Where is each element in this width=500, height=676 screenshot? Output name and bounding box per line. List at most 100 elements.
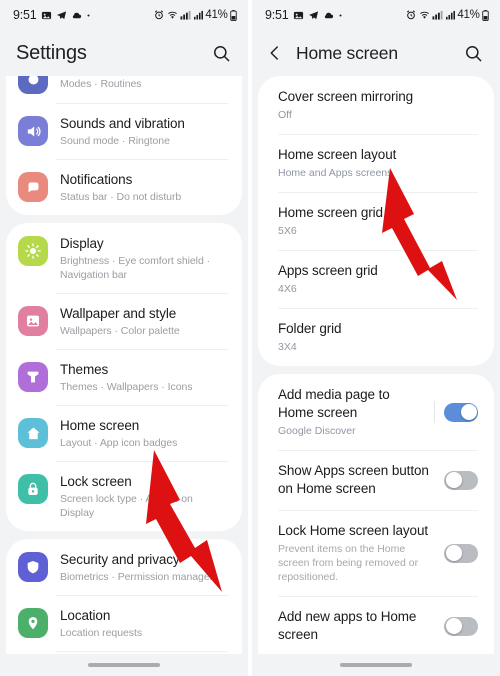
chevron-left-icon xyxy=(270,46,278,60)
sidebar-item-home-screen[interactable]: Home screen Layout · App icon badges xyxy=(6,405,242,461)
signal-bars-icon xyxy=(193,10,203,20)
status-bar-left-group: 9:51 xyxy=(13,8,91,22)
toggle-zone xyxy=(444,470,478,490)
list-item-title: Folder grid xyxy=(278,321,342,336)
toggle-knob xyxy=(445,618,462,634)
list-item-title: Show Apps screen button on Home screen xyxy=(278,463,429,496)
toggle-zone xyxy=(444,616,478,636)
list-item-icon-wrap xyxy=(18,416,56,448)
photo-icon xyxy=(41,11,51,19)
home-screen-settings-list[interactable]: Cover screen mirroring Off Home screen l… xyxy=(252,76,500,676)
page-title: Settings xyxy=(16,41,87,64)
signal-bars-icon xyxy=(445,10,455,20)
list-item[interactable]: Lock screen Screen lock type · Always on… xyxy=(6,461,242,531)
battery-percent: 41% xyxy=(205,9,228,21)
list-item[interactable]: Wallpaper and style Wallpapers · Color p… xyxy=(6,293,242,349)
settings-list[interactable]: Modes · Routines Sounds and vibration So… xyxy=(0,76,248,676)
list-item-subtitle: Screen lock type · Always on Display xyxy=(60,493,193,519)
list-item-text: Apps screen grid 4X6 xyxy=(278,262,478,296)
settings-group-2: Display Brightness · Eye comfort shield … xyxy=(6,223,242,531)
toggle-add-media-page[interactable] xyxy=(444,402,478,422)
list-item[interactable]: Sounds and vibration Sound mode · Ringto… xyxy=(6,103,242,159)
list-item-title: Home screen grid xyxy=(278,205,383,220)
cloud-icon xyxy=(324,12,333,18)
list-item-subtitle: Brightness · Eye comfort shield · Naviga… xyxy=(60,255,211,281)
alarm-icon xyxy=(407,10,416,20)
nav-bar-right xyxy=(252,654,500,676)
back-button[interactable] xyxy=(262,40,288,66)
list-item-subtitle: Themes · Wallpapers · Icons xyxy=(60,381,193,393)
search-icon xyxy=(213,45,229,61)
list-item-text: Folder grid 3X4 xyxy=(278,320,478,354)
dot-icon xyxy=(87,14,90,16)
list-item-text: Add new apps to Home screen xyxy=(278,608,444,644)
left-phone-screen: 9:51 41% Settings Modes · Routines Sound… xyxy=(0,0,248,676)
toggle-show-apps-screen-button[interactable] xyxy=(444,470,478,490)
page-title: Home screen xyxy=(296,42,398,63)
shield-icon xyxy=(18,552,48,582)
list-item-lock-home-screen-layout[interactable]: Lock Home screen layout Prevent items on… xyxy=(258,510,494,596)
list-item-title: Location xyxy=(60,608,111,623)
list-item-title: Home screen xyxy=(60,418,140,433)
list-item-subtitle: Wallpapers · Color palette xyxy=(60,325,180,337)
status-bar-right: 9:51 41% xyxy=(252,0,500,30)
home-screen-group-2: Add media page to Home screen Google Dis… xyxy=(258,374,494,676)
list-item-show-apps-screen-button[interactable]: Show Apps screen button on Home screen xyxy=(258,450,494,510)
list-item-icon-wrap xyxy=(18,550,56,582)
list-item-text: Themes Themes · Wallpapers · Icons xyxy=(56,360,228,394)
list-item-text: Notifications Status bar · Do not distur… xyxy=(56,170,228,204)
list-item-apps-screen-grid[interactable]: Apps screen grid 4X6 xyxy=(258,250,494,308)
list-item-title: Notifications xyxy=(60,172,133,187)
search-button[interactable] xyxy=(460,40,486,66)
home-gesture-pill[interactable] xyxy=(88,663,160,667)
status-time: 9:51 xyxy=(265,8,289,22)
list-item-subtitle: Sound mode · Ringtone xyxy=(60,135,170,147)
toggle-add-new-apps[interactable] xyxy=(444,616,478,636)
list-item-subtitle: Status bar · Do not disturb xyxy=(60,191,182,203)
list-item-cover-screen-mirroring[interactable]: Cover screen mirroring Off xyxy=(258,76,494,134)
list-item-add-media-page[interactable]: Add media page to Home screen Google Dis… xyxy=(258,374,494,450)
list-item-home-screen-grid[interactable]: Home screen grid 5X6 xyxy=(258,192,494,250)
status-time: 9:51 xyxy=(13,8,37,22)
home-screen-header: Home screen xyxy=(252,30,500,76)
list-item-title: Wallpaper and style xyxy=(60,306,177,321)
list-item-title: Apps screen grid xyxy=(278,263,378,278)
list-item[interactable]: Notifications Status bar · Do not distur… xyxy=(6,159,242,215)
telegram-icon xyxy=(56,10,66,19)
list-item-icon-wrap xyxy=(18,170,56,202)
list-item-folder-grid[interactable]: Folder grid 3X4 xyxy=(258,308,494,366)
list-item-text: Modes · Routines xyxy=(56,76,228,91)
home-gesture-pill[interactable] xyxy=(340,663,412,667)
list-item-subtitle: Layout · App icon badges xyxy=(60,437,178,449)
list-item-title: Add media page to Home screen xyxy=(278,387,390,420)
list-item-title: Themes xyxy=(60,362,109,377)
wallpaper-icon xyxy=(18,306,48,336)
list-item[interactable]: Themes Themes · Wallpapers · Icons xyxy=(6,349,242,405)
list-item[interactable]: Display Brightness · Eye comfort shield … xyxy=(6,223,242,293)
status-bar-left: 9:51 41% xyxy=(0,0,248,30)
toggle-divider xyxy=(434,401,435,423)
list-item[interactable]: Security and privacy Biometrics · Permis… xyxy=(6,539,242,595)
settings-group-1: Modes · Routines Sounds and vibration So… xyxy=(6,76,242,215)
home-screen-group-1: Cover screen mirroring Off Home screen l… xyxy=(258,76,494,366)
list-item-title: Lock Home screen layout xyxy=(278,523,429,538)
list-item-home-screen-layout[interactable]: Home screen layout Home and Apps screens xyxy=(258,134,494,192)
list-item[interactable]: Modes · Routines xyxy=(6,76,242,103)
list-item-icon-wrap xyxy=(18,606,56,638)
location-icon xyxy=(18,608,48,638)
home-icon xyxy=(18,418,48,448)
list-item-add-new-apps[interactable]: Add new apps to Home screen xyxy=(258,596,494,656)
toggle-lock-home-screen-layout[interactable] xyxy=(444,543,478,563)
list-item-text: Show Apps screen button on Home screen xyxy=(278,462,444,498)
sound-icon xyxy=(18,116,48,146)
signal-icon xyxy=(432,10,443,20)
list-item-subtitle: Biometrics · Permission manager xyxy=(60,571,214,583)
list-item[interactable]: Location Location requests xyxy=(6,595,242,651)
search-button[interactable] xyxy=(208,40,234,66)
toggle-knob xyxy=(445,472,462,488)
list-item-text: Add media page to Home screen Google Dis… xyxy=(278,386,434,438)
status-bar-right-group: 41% xyxy=(406,9,489,21)
list-item-text: Security and privacy Biometrics · Permis… xyxy=(56,550,228,584)
wifi-icon xyxy=(419,11,429,19)
list-item-icon-wrap xyxy=(18,360,56,392)
